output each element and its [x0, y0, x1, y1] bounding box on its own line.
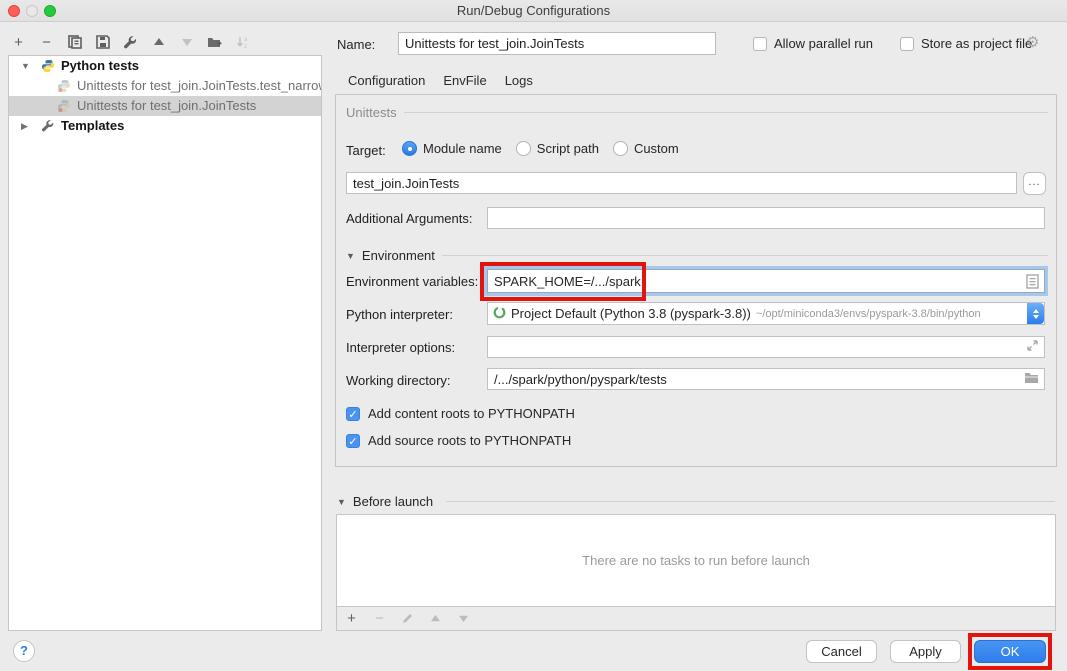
divider: [446, 501, 1055, 502]
copy-configuration-icon[interactable]: [66, 34, 83, 51]
add-content-roots-label: Add content roots to PYTHONPATH: [368, 406, 575, 421]
environment-section-header[interactable]: ▼ Environment: [346, 248, 435, 263]
window-title: Run/Debug Configurations: [0, 3, 1067, 18]
target-label: Target:: [346, 143, 386, 158]
name-input[interactable]: [398, 32, 716, 55]
tree-item-python-tests[interactable]: ▼ Python tests: [9, 56, 321, 76]
allow-parallel-run-checkbox[interactable]: Allow parallel run: [753, 36, 873, 51]
move-up-icon[interactable]: [150, 34, 167, 51]
unittests-group-label: Unittests: [346, 105, 397, 120]
collapse-arrow-icon[interactable]: ▶: [21, 116, 28, 136]
save-configuration-icon[interactable]: [94, 34, 111, 51]
radio-module-name[interactable]: [402, 141, 417, 156]
store-as-project-file-label: Store as project file: [921, 36, 1032, 51]
name-label: Name:: [337, 37, 375, 52]
expand-field-icon[interactable]: [1026, 339, 1039, 355]
allow-parallel-run-label: Allow parallel run: [774, 36, 873, 51]
checkbox-checked-icon[interactable]: ✓: [346, 434, 360, 448]
svg-text:z: z: [244, 44, 247, 49]
configurations-toolbar: + − az: [10, 32, 251, 52]
edit-templates-icon[interactable]: [122, 34, 139, 51]
remove-task-icon: −: [371, 610, 388, 627]
additional-arguments-input[interactable]: [487, 207, 1045, 229]
checkbox-checked-icon[interactable]: ✓: [346, 407, 360, 421]
tab-configuration[interactable]: Configuration: [339, 68, 434, 97]
move-down-icon: [178, 34, 195, 51]
python-interpreter-path: ~/opt/miniconda3/envs/pyspark-3.8/bin/py…: [756, 308, 981, 320]
empty-tasks-message: There are no tasks to run before launch: [582, 553, 810, 568]
edit-task-icon: [399, 610, 416, 627]
working-directory-label: Working directory:: [346, 373, 451, 388]
radio-custom-label: Custom: [634, 141, 679, 156]
before-launch-section-header[interactable]: ▼ Before launch: [337, 494, 433, 509]
config-tabs: Configuration EnvFile Logs: [339, 68, 542, 97]
tree-item-jointests-selected[interactable]: Unittests for test_join.JoinTests: [9, 96, 321, 116]
checkbox-unchecked-icon[interactable]: [753, 37, 767, 51]
tree-item-label: Unittests for test_join.JoinTests: [77, 96, 256, 116]
folder-browse-icon[interactable]: [1024, 371, 1039, 387]
add-source-roots-label: Add source roots to PYTHONPATH: [368, 433, 571, 448]
add-task-icon[interactable]: +: [343, 610, 360, 627]
interpreter-options-input[interactable]: [487, 336, 1045, 358]
tree-item-templates[interactable]: ▶ Templates: [9, 116, 321, 136]
tab-envfile[interactable]: EnvFile: [434, 68, 495, 97]
tree-item-label: Python tests: [61, 56, 139, 76]
environment-variables-value: SPARK_HOME=/.../spark: [494, 274, 641, 289]
target-radio-group: Module name Script path Custom: [402, 141, 693, 156]
tree-item-label: Unittests for test_join.JoinTests.test_n…: [77, 76, 321, 96]
store-as-project-file-checkbox[interactable]: Store as project file: [900, 36, 1032, 51]
radio-module-name-label: Module name: [423, 141, 502, 156]
target-module-input[interactable]: [346, 172, 1017, 194]
title-bar: Run/Debug Configurations: [0, 0, 1067, 22]
additional-arguments-label: Additional Arguments:: [346, 211, 472, 226]
tab-logs[interactable]: Logs: [496, 68, 542, 97]
checkbox-unchecked-icon[interactable]: [900, 37, 914, 51]
python-interpreter-label: Python interpreter:: [346, 307, 453, 322]
configuration-panel: Unittests Target: Module name Script pat…: [335, 94, 1057, 467]
python-test-icon: [57, 79, 71, 93]
radio-script-path[interactable]: [516, 141, 531, 156]
configurations-tree: ▼ Python tests Unittests for test_join.J…: [8, 55, 322, 631]
environment-group-label: Environment: [362, 248, 435, 263]
radio-custom[interactable]: [613, 141, 628, 156]
before-launch-toolbar: + −: [336, 607, 1056, 631]
select-stepper-icon[interactable]: [1027, 303, 1044, 324]
interpreter-options-label: Interpreter options:: [346, 340, 455, 355]
python-interpreter-value: Project Default (Python 3.8 (pyspark-3.8…: [511, 306, 751, 321]
new-folder-icon[interactable]: [206, 34, 223, 51]
gear-icon[interactable]: ⚙: [1026, 33, 1039, 51]
browse-module-button[interactable]: ...: [1023, 172, 1046, 195]
working-directory-input[interactable]: [487, 368, 1045, 390]
expand-arrow-icon[interactable]: ▼: [21, 56, 30, 76]
divider: [442, 255, 1048, 256]
python-tests-icon: [41, 59, 55, 73]
python-test-icon: [57, 99, 71, 113]
remove-configuration-icon[interactable]: −: [38, 34, 55, 51]
browse-variables-icon[interactable]: [1026, 274, 1039, 292]
apply-button[interactable]: Apply: [890, 640, 961, 663]
add-source-roots-checkbox[interactable]: ✓ Add source roots to PYTHONPATH: [346, 433, 571, 448]
before-launch-label: Before launch: [353, 494, 433, 509]
ok-button[interactable]: OK: [974, 640, 1046, 663]
environment-variables-label: Environment variables:: [346, 274, 478, 289]
divider: [404, 112, 1048, 113]
tree-item-label: Templates: [61, 116, 124, 136]
templates-wrench-icon: [41, 119, 55, 133]
move-task-up-icon: [427, 610, 444, 627]
interpreter-env-icon: [493, 306, 506, 322]
move-task-down-icon: [455, 610, 472, 627]
radio-script-path-label: Script path: [537, 141, 599, 156]
python-interpreter-select[interactable]: Project Default (Python 3.8 (pyspark-3.8…: [487, 302, 1045, 325]
tree-item-test-narrow[interactable]: Unittests for test_join.JoinTests.test_n…: [9, 76, 321, 96]
collapse-section-icon[interactable]: ▼: [346, 251, 355, 261]
add-configuration-icon[interactable]: +: [10, 34, 27, 51]
sort-configurations-icon: az: [234, 34, 251, 51]
environment-variables-input[interactable]: SPARK_HOME=/.../spark: [487, 269, 1045, 293]
before-launch-task-list: There are no tasks to run before launch: [336, 514, 1056, 607]
add-content-roots-checkbox[interactable]: ✓ Add content roots to PYTHONPATH: [346, 406, 575, 421]
svg-text:a: a: [244, 37, 248, 43]
help-button[interactable]: ?: [13, 640, 35, 662]
collapse-section-icon[interactable]: ▼: [337, 497, 346, 507]
cancel-button[interactable]: Cancel: [806, 640, 877, 663]
